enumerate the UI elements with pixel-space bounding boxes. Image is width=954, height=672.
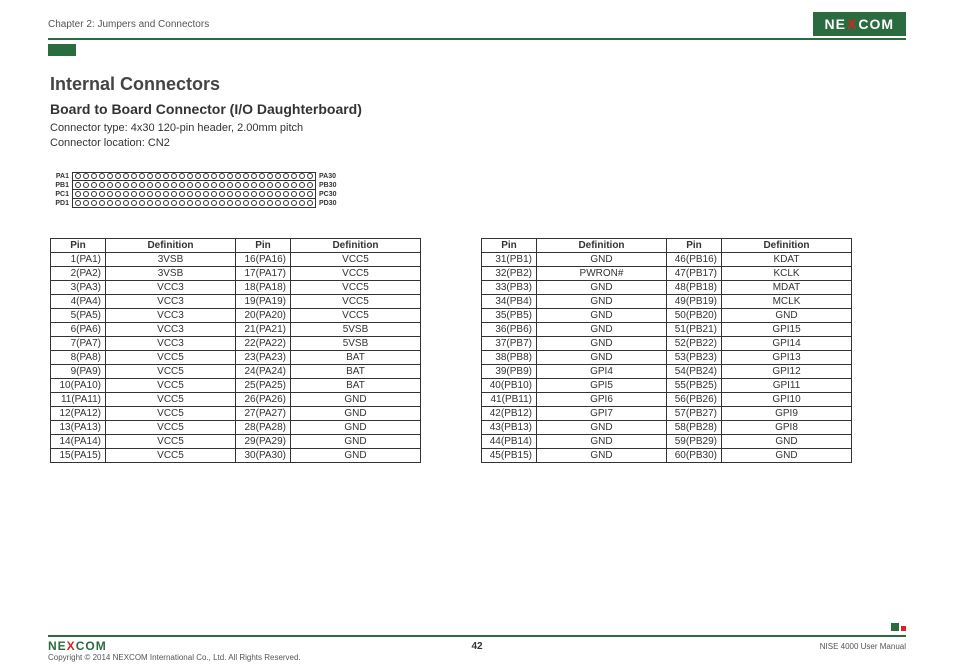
- connector-diagram: PA1 PA30 PB1 PB30 PC1 PC30 PD1 PD30: [50, 172, 904, 208]
- table-row: 9(PA9)VCC524(PA24)BAT: [51, 364, 421, 378]
- col-header-definition: Definition: [106, 238, 236, 252]
- copyright-text: Copyright © 2014 NEXCOM International Co…: [48, 653, 906, 662]
- table-row: 10(PA10)VCC525(PA25)BAT: [51, 378, 421, 392]
- table-row: 8(PA8)VCC523(PA23)BAT: [51, 350, 421, 364]
- table-row: 45(PB15)GND60(PB30)GND: [482, 448, 852, 462]
- connector-row-label-left: PA1: [50, 173, 72, 180]
- table-row: 7(PA7)VCC322(PA22)5VSB: [51, 336, 421, 350]
- connector-row-label-right: PD30: [316, 200, 344, 207]
- table-row: 36(PB6)GND51(PB21)GPI15: [482, 322, 852, 336]
- table-row: 5(PA5)VCC320(PA20)VCC5: [51, 308, 421, 322]
- table-row: 13(PA13)VCC528(PA28)GND: [51, 420, 421, 434]
- manual-name: NISE 4000 User Manual: [820, 642, 906, 651]
- table-row: 32(PB2)PWRON#47(PB17)KCLK: [482, 266, 852, 280]
- col-header-definition: Definition: [537, 238, 667, 252]
- table-row: 1(PA1)3VSB16(PA16)VCC5: [51, 252, 421, 266]
- connector-row-label-left: PB1: [50, 182, 72, 189]
- col-header-pin: Pin: [51, 238, 106, 252]
- section-tab-mark: [48, 44, 76, 56]
- table-row: 35(PB5)GND50(PB20)GND: [482, 308, 852, 322]
- pin-tables: PinDefinitionPinDefinition1(PA1)3VSB16(P…: [50, 238, 904, 463]
- col-header-pin: Pin: [236, 238, 291, 252]
- connector-pin-row: [72, 181, 316, 190]
- table-row: 44(PB14)GND59(PB29)GND: [482, 434, 852, 448]
- col-header-definition: Definition: [291, 238, 421, 252]
- table-row: 31(PB1)GND46(PB16)KDAT: [482, 252, 852, 266]
- connector-row-label-right: PA30: [316, 173, 344, 180]
- table-row: 11(PA11)VCC526(PA26)GND: [51, 392, 421, 406]
- col-header-definition: Definition: [722, 238, 852, 252]
- connector-pin-row: [72, 190, 316, 199]
- table-row: 37(PB7)GND52(PB22)GPI14: [482, 336, 852, 350]
- page-footer: NEXCOM 42 NISE 4000 User Manual Copyrigh…: [48, 635, 906, 662]
- table-row: 41(PB11)GPI656(PB26)GPI10: [482, 392, 852, 406]
- page-subtitle: Board to Board Connector (I/O Daughterbo…: [50, 101, 904, 117]
- table-row: 33(PB3)GND48(PB18)MDAT: [482, 280, 852, 294]
- table-row: 39(PB9)GPI454(PB24)GPI12: [482, 364, 852, 378]
- table-row: 42(PB12)GPI757(PB27)GPI9: [482, 406, 852, 420]
- table-row: 14(PA14)VCC529(PA29)GND: [51, 434, 421, 448]
- footer-brand-logo: NEXCOM: [48, 639, 107, 653]
- page-header: Chapter 2: Jumpers and Connectors NEXCOM: [48, 12, 906, 40]
- table-row: 34(PB4)GND49(PB19)MCLK: [482, 294, 852, 308]
- connector-row-label-right: PC30: [316, 191, 344, 198]
- table-row: 6(PA6)VCC321(PA21)5VSB: [51, 322, 421, 336]
- table-row: 38(PB8)GND53(PB23)GPI13: [482, 350, 852, 364]
- page-title: Internal Connectors: [50, 74, 904, 95]
- footer-decor-icon: [891, 623, 906, 631]
- connector-pin-row: [72, 172, 316, 181]
- connector-row-label-right: PB30: [316, 182, 344, 189]
- pin-table-pb: PinDefinitionPinDefinition31(PB1)GND46(P…: [481, 238, 852, 463]
- table-row: 40(PB10)GPI555(PB25)GPI11: [482, 378, 852, 392]
- connector-row-label-left: PD1: [50, 200, 72, 207]
- table-row: 4(PA4)VCC319(PA19)VCC5: [51, 294, 421, 308]
- col-header-pin: Pin: [482, 238, 537, 252]
- brand-logo: NEXCOM: [813, 12, 906, 36]
- chapter-label: Chapter 2: Jumpers and Connectors: [48, 19, 209, 30]
- page-number: 42: [471, 641, 482, 652]
- table-row: 15(PA15)VCC530(PA30)GND: [51, 448, 421, 462]
- connector-description: Connector type: 4x30 120-pin header, 2.0…: [50, 121, 904, 152]
- table-row: 12(PA12)VCC527(PA27)GND: [51, 406, 421, 420]
- connector-row-label-left: PC1: [50, 191, 72, 198]
- connector-pin-row: [72, 199, 316, 208]
- col-header-pin: Pin: [667, 238, 722, 252]
- table-row: 43(PB13)GND58(PB28)GPI8: [482, 420, 852, 434]
- table-row: 3(PA3)VCC318(PA18)VCC5: [51, 280, 421, 294]
- pin-table-pa: PinDefinitionPinDefinition1(PA1)3VSB16(P…: [50, 238, 421, 463]
- table-row: 2(PA2)3VSB17(PA17)VCC5: [51, 266, 421, 280]
